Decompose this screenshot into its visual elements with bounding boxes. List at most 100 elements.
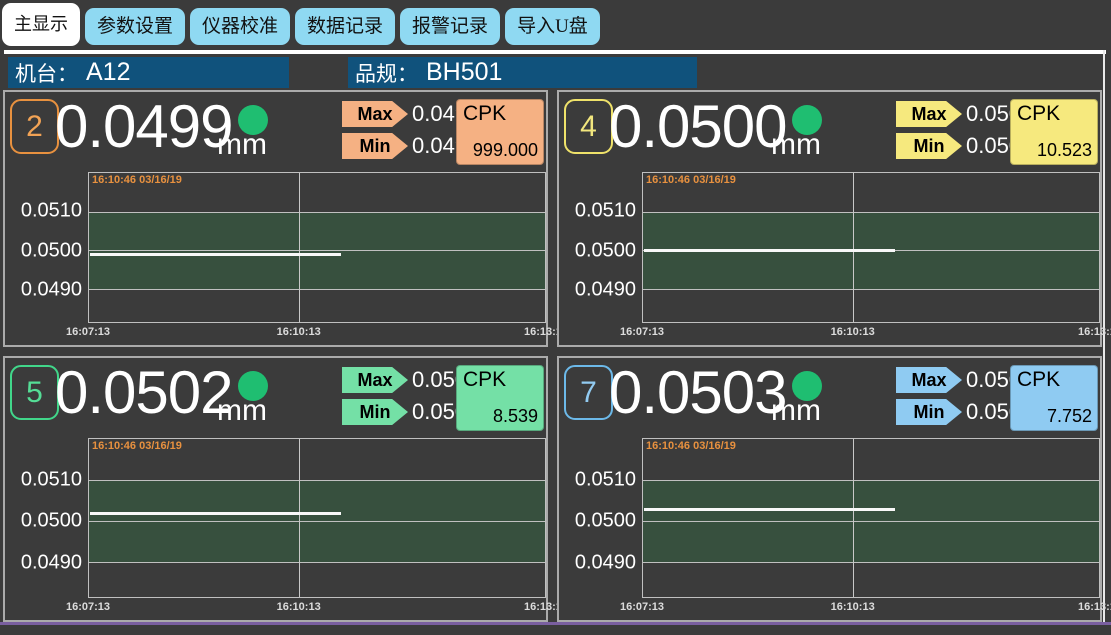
status-indicator-icon	[238, 371, 268, 401]
chart-timestamp: 16:10:46 03/16/19	[92, 174, 182, 186]
y-tick: 0.0510	[21, 200, 82, 223]
cpk-label: CPK	[463, 102, 506, 126]
max-tag: Max	[896, 367, 962, 393]
cpk-label: CPK	[1017, 368, 1060, 392]
min-tag: Min	[896, 133, 962, 159]
chart-timestamp: 16:10:46 03/16/19	[646, 174, 736, 186]
product-value: BH501	[426, 58, 502, 87]
min-tag: Min	[342, 133, 408, 159]
x-tick: 16:07:13	[66, 601, 110, 613]
gridline	[89, 480, 545, 481]
cpk-value: 8.539	[493, 406, 538, 427]
cpk-value: 10.523	[1037, 140, 1092, 161]
status-indicator-icon	[792, 105, 822, 135]
x-tick: 16:13:13	[1078, 326, 1111, 338]
y-tick: 0.0490	[575, 551, 636, 574]
measurement-value: 0.0503	[609, 360, 787, 426]
gridline	[89, 212, 545, 213]
x-axis-labels: 16:07:13 16:10:13 16:13:13	[88, 598, 546, 620]
y-tick: 0.0500	[21, 510, 82, 533]
machine-info-box: 机台： A12	[8, 57, 289, 88]
y-tick: 0.0510	[575, 468, 636, 491]
x-axis-labels: 16:07:13 16:10:13 16:13:13	[88, 323, 546, 345]
product-info-box: 品规： BH501	[348, 57, 697, 88]
measurement-trend-line	[90, 512, 341, 515]
max-tag: Max	[342, 101, 408, 127]
min-tag: Min	[342, 399, 408, 425]
tab-import-usb[interactable]: 导入U盘	[505, 8, 600, 45]
measurement-trend-line	[644, 508, 895, 511]
cpk-label: CPK	[463, 368, 506, 392]
y-tick: 0.0500	[575, 239, 636, 262]
y-axis-labels: 0.0510 0.0500 0.0490	[5, 438, 88, 598]
gridline	[643, 562, 1099, 563]
gridline	[643, 212, 1099, 213]
channel-number-box: 2	[10, 99, 59, 154]
tab-parameter-settings[interactable]: 参数设置	[85, 8, 185, 45]
trend-chart: 16:10:46 03/16/19	[88, 438, 546, 598]
machine-value: A12	[86, 58, 130, 87]
channel-number: 2	[26, 110, 43, 144]
channel-number-box: 4	[564, 99, 613, 154]
y-axis-labels: 0.0510 0.0500 0.0490	[559, 438, 642, 598]
cpk-value: 7.752	[1047, 406, 1092, 427]
max-tag: Max	[896, 101, 962, 127]
channel-panel-4: 4 0.0500 mm Max0.0500 Min0.0500 CPK 10.5…	[557, 90, 1102, 347]
channel-panel-5: 5 0.0502 mm Max0.0502 Min0.0502 CPK 8.53…	[3, 356, 548, 622]
chart-timestamp: 16:10:46 03/16/19	[646, 440, 736, 452]
product-label: 品规：	[355, 58, 418, 88]
cpk-box: CPK 999.000	[456, 99, 544, 165]
cpk-label: CPK	[1017, 102, 1060, 126]
y-tick: 0.0500	[21, 239, 82, 262]
gridline	[853, 439, 854, 597]
y-tick: 0.0510	[575, 200, 636, 223]
channel-number-box: 5	[10, 365, 59, 420]
y-axis-labels: 0.0510 0.0500 0.0490	[559, 172, 642, 323]
cpk-box: CPK 10.523	[1010, 99, 1098, 165]
channel-number: 7	[580, 376, 597, 410]
y-tick: 0.0490	[21, 551, 82, 574]
channel-panel-2: 2 0.0499 mm Max0.0499 Min0.0499 CPK 999.…	[3, 90, 548, 347]
measurement-value: 0.0502	[55, 360, 233, 426]
gridline	[853, 173, 854, 322]
y-axis-labels: 0.0510 0.0500 0.0490	[5, 172, 88, 323]
channel-panel-7: 7 0.0503 mm Max0.0503 Min0.0503 CPK 7.75…	[557, 356, 1102, 622]
measurement-trend-line	[644, 249, 895, 252]
trend-chart: 16:10:46 03/16/19	[642, 438, 1100, 598]
x-axis-labels: 16:07:13 16:10:13 16:13:13	[642, 323, 1100, 345]
tab-data-records[interactable]: 数据记录	[295, 8, 395, 45]
measurement-value: 0.0500	[609, 94, 787, 160]
gridline	[89, 521, 545, 522]
measurement-value: 0.0499	[55, 94, 233, 160]
y-tick: 0.0500	[575, 510, 636, 533]
machine-label: 机台：	[15, 58, 78, 88]
x-tick: 16:13:13	[1078, 601, 1111, 613]
gridline	[299, 439, 300, 597]
cpk-box: CPK 8.539	[456, 365, 544, 431]
status-indicator-icon	[792, 371, 822, 401]
tab-instrument-calibration[interactable]: 仪器校准	[190, 8, 290, 45]
y-tick: 0.0490	[21, 278, 82, 301]
status-indicator-icon	[238, 105, 268, 135]
tab-main-display[interactable]: 主显示	[2, 3, 80, 46]
gridline	[299, 173, 300, 322]
y-tick: 0.0510	[21, 468, 82, 491]
gridline	[643, 480, 1099, 481]
cpk-value: 999.000	[473, 140, 538, 161]
max-tag: Max	[342, 367, 408, 393]
tab-alarm-records[interactable]: 报警记录	[400, 8, 500, 45]
gridline	[89, 289, 545, 290]
channel-number: 4	[580, 110, 597, 144]
chart-timestamp: 16:10:46 03/16/19	[92, 440, 182, 452]
x-tick: 16:07:13	[620, 326, 664, 338]
x-tick: 16:10:13	[277, 601, 321, 613]
x-tick: 16:07:13	[620, 601, 664, 613]
min-tag: Min	[896, 399, 962, 425]
x-tick: 16:07:13	[66, 326, 110, 338]
cpk-box: CPK 7.752	[1010, 365, 1098, 431]
measurement-trend-line	[90, 253, 341, 256]
x-tick: 16:10:13	[277, 326, 321, 338]
y-tick: 0.0490	[575, 278, 636, 301]
channel-number: 5	[26, 376, 43, 410]
x-axis-labels: 16:07:13 16:10:13 16:13:13	[642, 598, 1100, 620]
